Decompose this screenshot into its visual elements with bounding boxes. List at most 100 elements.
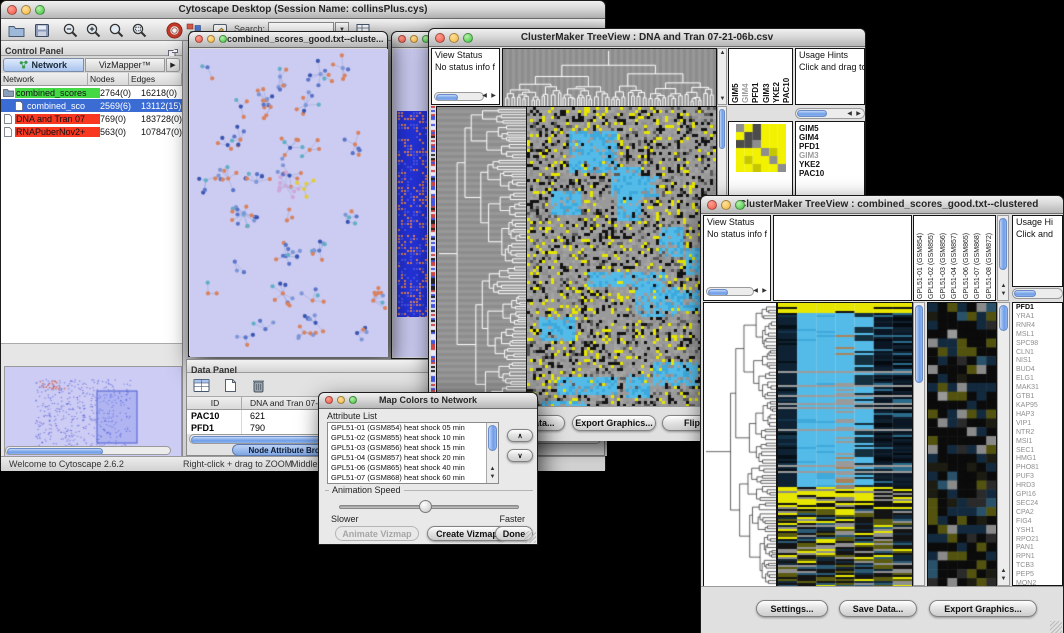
gene-label[interactable]: HAP3	[1013, 411, 1062, 420]
minimize-button[interactable]	[410, 35, 418, 43]
close-button[interactable]	[7, 5, 17, 15]
column-label[interactable]: GPL51-08 (GSM872)	[984, 217, 995, 299]
network-row[interactable]: DNA and Tran 07769(0)183728(0)	[1, 112, 182, 125]
resize-grip[interactable]	[1050, 621, 1062, 633]
zoom-button[interactable]	[463, 33, 473, 43]
zoom-button[interactable]	[219, 35, 227, 43]
gene-label[interactable]: RNR4	[1013, 322, 1062, 331]
gene-label[interactable]: GTB1	[1013, 393, 1062, 402]
col-nodes[interactable]: Nodes	[88, 73, 129, 86]
move-down-button[interactable]: ∨	[507, 449, 533, 462]
column-label[interactable]: YKE2	[772, 50, 782, 103]
correlation-heatmap-canvas[interactable]	[736, 124, 786, 172]
close-button[interactable]	[398, 35, 406, 43]
tab-overflow-button[interactable]: ▶	[166, 58, 180, 72]
dialog-title-bar[interactable]: Map Colors to Network	[319, 393, 537, 409]
scroll-right-arrow[interactable]: ▶	[854, 111, 863, 118]
gene-label[interactable]: HMG1	[1013, 455, 1062, 464]
gene-label[interactable]: FIG4	[1013, 518, 1062, 527]
network-row[interactable]: RNAPuberNov2+563(0)107847(0)	[1, 125, 182, 138]
zoom-button[interactable]	[349, 396, 357, 404]
minimize-button[interactable]	[337, 396, 345, 404]
treeview2-title-bar[interactable]: ClusterMaker TreeView : combined_scores_…	[701, 196, 1063, 214]
usage-hints-hscrollbar[interactable]: ◀▶	[795, 108, 865, 119]
scroll-thumb[interactable]	[7, 448, 103, 455]
zoom-out-icon[interactable]	[59, 21, 81, 39]
gene-label[interactable]: GIM5	[796, 124, 864, 133]
overview-hscrollbar[interactable]	[5, 446, 171, 455]
gene-label[interactable]: PUF3	[1013, 473, 1062, 482]
gene-label[interactable]: CLN1	[1013, 349, 1062, 358]
save-icon[interactable]	[31, 21, 53, 39]
usage-hints-hscrollbar[interactable]	[1012, 288, 1063, 299]
gene-label[interactable]: GPI16	[1013, 491, 1062, 500]
attribute-table-icon[interactable]	[191, 376, 213, 394]
column-label[interactable]: GIM4	[741, 50, 751, 103]
attribute-item[interactable]: GPL51-02 (GSM855) heat shock 10 min	[328, 433, 486, 443]
gene-list-vscrollbar[interactable]: ▲▼	[997, 302, 1010, 586]
gene-label[interactable]: ELG1	[1013, 375, 1062, 384]
attribute-item[interactable]: GPL51-01 (GSM854) heat shock 05 min	[328, 423, 486, 433]
gene-label[interactable]: GIM4	[796, 133, 864, 142]
scroll-left-arrow[interactable]: ◀	[480, 93, 489, 100]
attribute-list-vscrollbar[interactable]: ▲▼	[486, 423, 498, 483]
network-row[interactable]: combined_scores2764(0)16218(0)	[1, 86, 182, 99]
heatmap-vscrollbar[interactable]	[913, 302, 925, 586]
column-label[interactable]: GIM3	[762, 50, 772, 103]
close-button[interactable]	[435, 33, 445, 43]
gene-label[interactable]: YSH1	[1013, 527, 1062, 536]
column-label[interactable]: GIM5	[731, 50, 741, 103]
zoom-selected-icon[interactable]	[128, 21, 150, 39]
dense-network-canvas[interactable]	[397, 111, 427, 317]
export-graphics-button[interactable]: Export Graphics...	[572, 415, 656, 431]
column-label[interactable]: GPL51-07 (GSM868)	[972, 217, 983, 299]
gene-label[interactable]: YKE2	[796, 160, 864, 169]
animate-vizmap-button[interactable]: Animate Vizmap	[335, 526, 419, 541]
column-dendrogram-area[interactable]	[773, 215, 912, 301]
gene-label[interactable]: PAC10	[796, 169, 864, 178]
main-title-bar[interactable]: Cytoscape Desktop (Session Name: collins…	[1, 1, 605, 19]
network-row[interactable]: combined_sco2569(6)13112(15)	[1, 99, 182, 112]
column-label[interactable]: PFD1	[751, 50, 761, 103]
column-tree-vscrollbar[interactable]: ▲▼	[717, 48, 727, 105]
move-up-button[interactable]: ∧	[507, 429, 533, 442]
attribute-item[interactable]: GPL51-07 (GSM868) heat shock 60 min	[328, 473, 486, 483]
gene-label[interactable]: BUD4	[1013, 366, 1062, 375]
gene-label[interactable]: KAP95	[1013, 402, 1062, 411]
minimize-button[interactable]	[449, 33, 459, 43]
view-status-hscrollbar[interactable]	[706, 287, 754, 296]
scroll-right-arrow[interactable]: ▶	[760, 288, 769, 295]
attribute-item[interactable]: GPL51-03 (GSM856) heat shock 15 min	[328, 443, 486, 453]
gene-label[interactable]: YRA1	[1013, 313, 1062, 322]
resize-grip[interactable]	[524, 531, 536, 543]
zoom-button[interactable]	[35, 5, 45, 15]
row-dendrogram-canvas[interactable]	[703, 302, 777, 588]
save-data-button[interactable]: Save Data...	[839, 600, 917, 617]
view-status-hscrollbar[interactable]	[434, 92, 484, 101]
gene-label[interactable]: HRD3	[1013, 482, 1062, 491]
scroll-left-arrow[interactable]: ◀	[751, 288, 760, 295]
column-label[interactable]: GPL51-01 (GSM854)	[915, 217, 926, 299]
tab-network[interactable]: Network	[3, 58, 84, 72]
scroll-left-arrow[interactable]: ◀	[845, 111, 854, 118]
network-window-title-bar[interactable]: combined_scores_good.txt--cluste...	[189, 32, 387, 48]
scroll-right-arrow[interactable]: ▶	[489, 93, 498, 100]
gene-label[interactable]: RPO21	[1013, 536, 1062, 545]
zoom-heatmap-canvas[interactable]	[927, 302, 997, 588]
settings-button[interactable]: Settings...	[756, 600, 828, 617]
network-graph-canvas[interactable]	[190, 49, 388, 357]
col-edges[interactable]: Edges	[129, 73, 182, 86]
column-dendrogram-canvas[interactable]	[502, 48, 717, 107]
export-graphics-button[interactable]: Export Graphics...	[929, 600, 1037, 617]
column-label[interactable]: GPL51-03 (GSM856)	[938, 217, 949, 299]
gene-label[interactable]: PFD1	[796, 142, 864, 151]
col-network[interactable]: Network	[1, 73, 88, 86]
gene-label[interactable]: NIS1	[1013, 357, 1062, 366]
gene-label[interactable]: PFD1	[1013, 304, 1062, 313]
row-dendrogram-canvas[interactable]	[436, 106, 527, 408]
gene-label[interactable]: PAN1	[1013, 544, 1062, 553]
network-overview-canvas[interactable]	[4, 366, 182, 458]
heatmap-canvas[interactable]	[526, 106, 717, 408]
gene-label[interactable]: NTR2	[1013, 429, 1062, 438]
gene-label[interactable]: RPN1	[1013, 553, 1062, 562]
